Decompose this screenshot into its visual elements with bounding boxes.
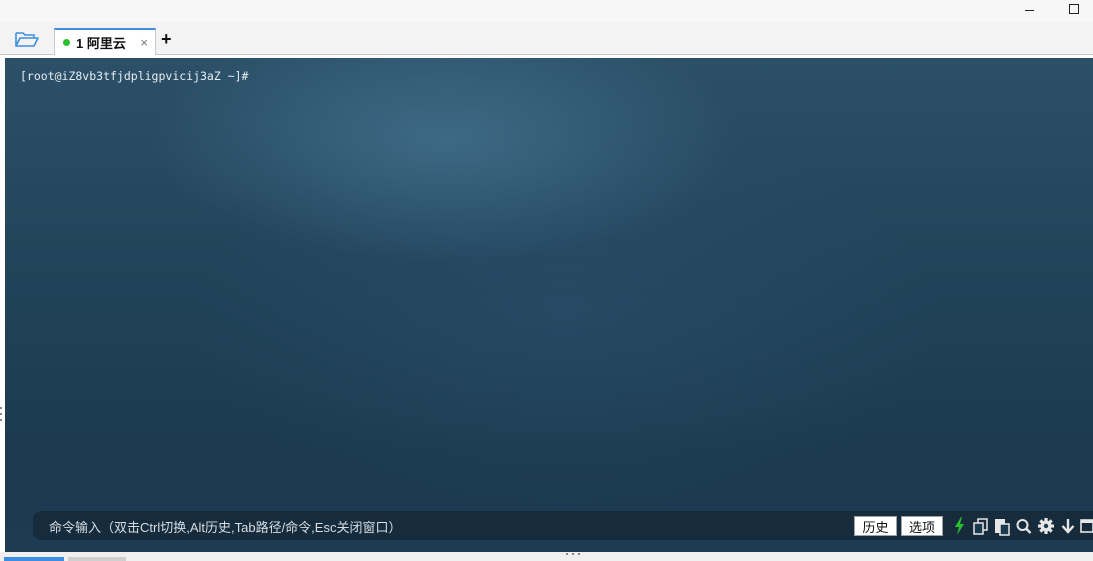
copy-icon[interactable] bbox=[972, 516, 990, 536]
tab-label: 1 阿里云 bbox=[76, 36, 126, 51]
title-bar bbox=[0, 0, 1093, 22]
terminal-area[interactable]: [root@iZ8vb3tfjdpligpvicij3aZ ~]# 命令输入（双… bbox=[5, 58, 1093, 552]
maximize-icon[interactable] bbox=[1062, 0, 1086, 18]
add-tab-icon[interactable]: + bbox=[161, 30, 172, 48]
bottom-splitter-handle[interactable] bbox=[566, 552, 580, 556]
shell-prompt: [root@iZ8vb3tfjdpligpvicij3aZ ~]# bbox=[20, 69, 249, 83]
command-input-placeholder[interactable]: 命令输入（双击Ctrl切换,Alt历史,Tab路径/命令,Esc关闭窗口） bbox=[49, 517, 401, 536]
tab-aliyun[interactable]: 1 阿里云 × bbox=[54, 28, 156, 55]
tab-bar: 1 阿里云 × + bbox=[0, 22, 1093, 55]
paste-icon[interactable] bbox=[993, 516, 1011, 536]
bottom-tab[interactable] bbox=[68, 557, 126, 561]
gear-icon[interactable] bbox=[1037, 516, 1055, 536]
bottom-bar bbox=[0, 552, 1093, 561]
splitter-handle[interactable] bbox=[0, 407, 3, 421]
window-icon[interactable] bbox=[1079, 516, 1093, 536]
search-icon[interactable] bbox=[1015, 516, 1033, 536]
history-button[interactable]: 历史 bbox=[854, 516, 897, 536]
close-icon[interactable]: × bbox=[140, 35, 148, 50]
bottom-tab-active[interactable] bbox=[4, 557, 64, 561]
command-input-bar[interactable]: 命令输入（双击Ctrl切换,Alt历史,Tab路径/命令,Esc关闭窗口） 历史… bbox=[33, 511, 1093, 540]
download-icon[interactable] bbox=[1059, 516, 1077, 536]
folder-icon[interactable] bbox=[14, 29, 40, 49]
options-button[interactable]: 选项 bbox=[901, 516, 943, 536]
minimize-icon[interactable] bbox=[1017, 0, 1041, 18]
connected-status-icon bbox=[63, 39, 70, 46]
lightning-icon[interactable] bbox=[951, 516, 969, 536]
